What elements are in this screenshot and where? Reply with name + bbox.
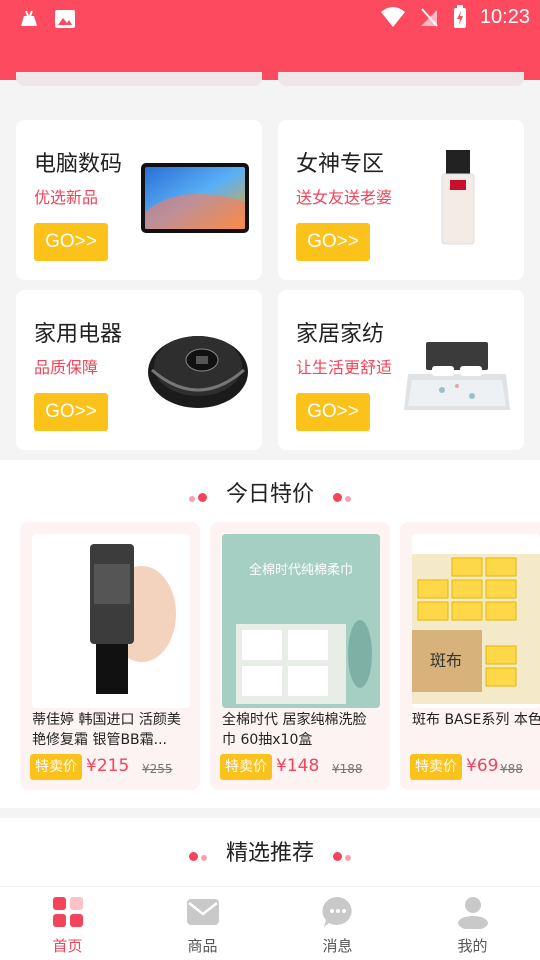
android-icon bbox=[21, 10, 37, 26]
user-icon bbox=[458, 897, 488, 929]
decor-dots bbox=[333, 842, 351, 867]
tab-label: 我的 bbox=[457, 937, 488, 955]
original-price: ¥255 bbox=[142, 762, 173, 776]
original-price: ¥88 bbox=[500, 762, 523, 776]
product-price: ¥148 bbox=[276, 756, 320, 776]
recommend-header: 精选推荐 bbox=[0, 835, 540, 867]
product-card[interactable]: 斑布 斑布 BASE系列 本色纸 90抽x24包x1箱 特卖价 ¥69 ¥88 bbox=[400, 522, 540, 790]
sale-badge: 特卖价 bbox=[410, 754, 462, 780]
original-price: ¥188 bbox=[332, 762, 363, 776]
home-grid-icon bbox=[53, 897, 83, 927]
decor-dots bbox=[188, 483, 207, 508]
product-card[interactable]: 全棉时代纯棉柔巾 全棉时代 居家纯棉洗脸巾 60抽x10盒 特卖价 ¥148 ¥… bbox=[210, 522, 390, 790]
product-card[interactable]: 蒂佳婷 韩国进口 活颜美艳修复霜 银管BB霜... 特卖价 ¥215 ¥255 bbox=[20, 522, 200, 790]
category-card-digital[interactable]: 电脑数码 优选新品 GO>> bbox=[16, 120, 262, 280]
category-title: 家居家纺 bbox=[296, 322, 385, 347]
category-card-goddess[interactable]: 女神专区 送女友送老婆 GO>> bbox=[278, 120, 524, 280]
banner-card-left[interactable] bbox=[16, 72, 262, 86]
go-button[interactable]: GO>> bbox=[296, 223, 370, 261]
category-card-home[interactable]: 家居家纺 让生活更舒适 GO>> bbox=[278, 290, 524, 450]
go-button[interactable]: GO>> bbox=[34, 393, 108, 431]
section-title: 今日特价 bbox=[225, 482, 314, 507]
category-subtitle: 品质保障 bbox=[34, 358, 99, 377]
product-image: 斑布 bbox=[412, 534, 540, 708]
bottom-tab-bar: 首页 商品 消息 我的 bbox=[0, 886, 540, 960]
category-grid: 电脑数码 优选新品 GO>> 女神专区 送女友送老婆 GO>> 家用电器 品质保… bbox=[0, 110, 540, 460]
image-icon bbox=[55, 10, 75, 28]
tab-products[interactable]: 商品 bbox=[135, 887, 270, 960]
sale-badge: 特卖价 bbox=[30, 754, 82, 780]
go-button[interactable]: GO>> bbox=[34, 223, 108, 261]
decor-dots bbox=[188, 842, 207, 867]
category-subtitle: 优选新品 bbox=[34, 188, 99, 207]
category-subtitle: 让生活更舒适 bbox=[296, 358, 393, 377]
category-card-appliance[interactable]: 家用电器 品质保障 GO>> bbox=[16, 290, 262, 450]
product-price: ¥69 bbox=[466, 756, 499, 776]
category-title: 家用电器 bbox=[34, 322, 123, 347]
banner-card-right[interactable] bbox=[278, 72, 524, 86]
product-name: 斑布 BASE系列 本色纸 90抽x24包x1箱 bbox=[412, 712, 540, 728]
no-signal-icon bbox=[420, 8, 438, 27]
bed-icon bbox=[404, 342, 510, 410]
category-title: 电脑数码 bbox=[34, 152, 123, 177]
tab-home[interactable]: 首页 bbox=[0, 887, 135, 960]
section-title: 精选推荐 bbox=[225, 841, 314, 866]
product-image: 全棉时代纯棉柔巾 bbox=[222, 534, 380, 708]
cosmetic-bottle-icon bbox=[441, 150, 475, 245]
tab-label: 首页 bbox=[52, 937, 83, 955]
sale-badge: 特卖价 bbox=[220, 754, 272, 780]
message-bubble-icon bbox=[322, 896, 352, 927]
product-name: 蒂佳婷 韩国进口 活颜美艳修复霜 银管BB霜... bbox=[32, 712, 181, 748]
tab-label: 商品 bbox=[187, 937, 218, 955]
category-subtitle: 送女友送老婆 bbox=[296, 188, 393, 207]
today-deals-header: 今日特价 bbox=[0, 476, 540, 508]
envelope-icon bbox=[187, 899, 219, 925]
category-title: 女神专区 bbox=[296, 152, 385, 177]
tab-label: 消息 bbox=[322, 937, 353, 955]
battery-icon bbox=[453, 5, 466, 28]
decor-dots bbox=[333, 483, 351, 508]
product-image-text: 斑布 bbox=[430, 651, 462, 670]
robot-vacuum-icon bbox=[148, 336, 248, 408]
tab-messages[interactable]: 消息 bbox=[270, 887, 405, 960]
product-name: 全棉时代 居家纯棉洗脸巾 60抽x10盒 bbox=[222, 712, 367, 748]
go-button[interactable]: GO>> bbox=[296, 393, 370, 431]
status-bar: 10:23 bbox=[0, 0, 540, 80]
status-time: 10:23 bbox=[479, 5, 530, 28]
recommend-section: 精选推荐 bbox=[0, 818, 540, 888]
product-image bbox=[32, 534, 190, 708]
tab-profile[interactable]: 我的 bbox=[405, 887, 540, 960]
product-price: ¥215 bbox=[86, 756, 130, 776]
product-image-text: 全棉时代纯棉柔巾 bbox=[249, 562, 353, 578]
wifi-icon bbox=[380, 7, 405, 27]
tablet-icon bbox=[141, 163, 249, 233]
